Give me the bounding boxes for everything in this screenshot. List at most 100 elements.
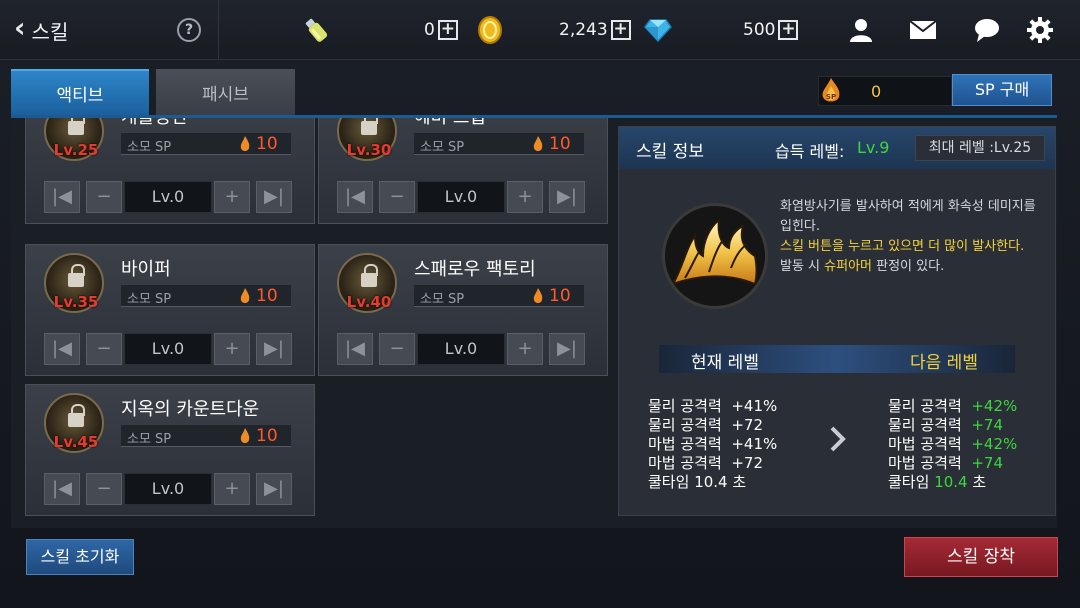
level-minus-button[interactable]: − (379, 181, 415, 213)
stat-value: +74 (971, 416, 1003, 434)
level-minus-button[interactable]: − (86, 181, 122, 213)
level-min-button[interactable]: |◀ (44, 181, 80, 213)
diamond-counter: 500 + (743, 0, 799, 60)
skill-card[interactable]: Lv.45 지옥의 카운트다운 소모 SP 10 |◀ − Lv.0 + ▶| (25, 384, 315, 516)
page-title: 스킬 (31, 19, 69, 44)
add-potion-button[interactable]: + (437, 20, 458, 40)
level-minus-button[interactable]: − (379, 333, 415, 365)
skill-cost: 소모 SP 10 (121, 285, 291, 307)
add-diamond-button[interactable]: + (778, 20, 799, 40)
stat-name: 마법 공격력 (888, 435, 962, 453)
skill-cost-value: 10 (256, 134, 278, 154)
skill-reset-button[interactable]: 스킬 초기화 (26, 539, 134, 575)
level-max-button[interactable]: ▶| (256, 473, 292, 505)
level-max-button[interactable]: ▶| (256, 181, 292, 213)
level-min-button[interactable]: |◀ (44, 473, 80, 505)
skill-info-title: 스킬 정보 (636, 142, 704, 162)
stat-value: +42% (971, 397, 1018, 415)
potion-count: 0 (424, 20, 435, 40)
level-plus-button[interactable]: + (214, 473, 250, 505)
stat-row: 물리 공격력 +41% (648, 397, 777, 416)
level-min-button[interactable]: |◀ (337, 333, 373, 365)
skill-card[interactable]: Lv.25 개틀링건 소모 SP 10 |◀ − Lv.0 + ▶| (25, 118, 315, 224)
stat-row: 물리 공격력 +72 (648, 416, 777, 435)
stat-row: 마법 공격력 +72 (648, 454, 777, 473)
description-text: 판정이 있다. (872, 259, 945, 274)
skill-emblem: Lv.35 (44, 253, 104, 313)
skill-level-value: Lv.0 (417, 181, 505, 213)
skill-card[interactable]: Lv.35 바이퍼 소모 SP 10 |◀ − Lv.0 + ▶| (25, 244, 315, 376)
stat-name: 물리 공격력 (648, 416, 722, 434)
chevron-left-icon: ‹ (14, 11, 26, 44)
stat-name: 마법 공격력 (648, 435, 722, 453)
sp-icon-text: SP (826, 93, 836, 101)
tab-active-skills[interactable]: 액티브 (11, 69, 149, 115)
lock-icon (361, 264, 378, 287)
stat-value: +72 (731, 416, 763, 434)
stat-row: 물리 공격력 +42% (888, 397, 1017, 416)
level-plus-button[interactable]: + (214, 333, 250, 365)
skill-description-line: 발동 시 슈퍼아머 판정이 있다. (780, 257, 1048, 277)
skill-description-line: 스킬 버튼을 누르고 있으면 더 많이 발사한다. (780, 239, 1025, 254)
chevron-right-icon (830, 426, 846, 452)
flame-icon (240, 428, 250, 443)
sp-value: 0 (871, 81, 882, 101)
stat-row: 마법 공격력 +42% (888, 435, 1017, 454)
skill-level-requirement: Lv.35 (53, 293, 99, 311)
skill-card[interactable]: Lv.30 헤비 스윕 소모 SP 10 |◀ − Lv.0 + ▶| (318, 118, 608, 224)
gear-icon[interactable] (1022, 12, 1058, 48)
level-max-button[interactable]: ▶| (549, 333, 585, 365)
level-minus-button[interactable]: − (86, 473, 122, 505)
stat-value: +41% (731, 397, 778, 415)
friends-icon[interactable] (843, 12, 879, 48)
gold-count: 2,243 (559, 20, 608, 40)
skill-level-value: Lv.0 (124, 333, 212, 365)
lock-icon (68, 118, 85, 135)
skill-level-value: Lv.0 (124, 473, 212, 505)
level-min-button[interactable]: |◀ (44, 333, 80, 365)
potion-icon (298, 12, 334, 48)
level-plus-button[interactable]: + (507, 181, 543, 213)
skill-cost-value: 10 (549, 286, 571, 306)
lock-icon (361, 118, 378, 135)
next-stats: 물리 공격력 +42% 물리 공격력 +74 마법 공격력 +42% 마법 공격… (888, 397, 1017, 492)
chat-icon[interactable] (969, 12, 1005, 48)
skill-description: 화염방사기를 발사하여 적에게 화속성 데미지를 입힌다. 스킬 버튼을 누르고… (780, 197, 1048, 277)
stat-name: 쿨타임 (648, 473, 690, 491)
skill-level-value: Lv.0 (124, 181, 212, 213)
skill-emblem: Lv.25 (44, 118, 104, 161)
skill-level-requirement: Lv.45 (53, 433, 99, 451)
flame-icon (533, 136, 543, 151)
skill-equip-button[interactable]: 스킬 장착 (904, 537, 1058, 577)
skill-cost: 소모 SP 10 (121, 133, 291, 155)
gold-coin-icon (472, 12, 508, 48)
diamond-icon (640, 12, 676, 48)
stat-value: +72 (731, 454, 763, 472)
skill-level-requirement: Lv.25 (53, 141, 99, 159)
skill-info-panel: 스킬 정보 습득 레벨: Lv.9 최대 레벨 :Lv.25 화염방사기를 발사… (618, 126, 1056, 516)
add-gold-button[interactable]: + (610, 20, 631, 40)
back-button[interactable]: ‹ 스킬 (14, 14, 68, 46)
skill-cost: 소모 SP 10 (414, 133, 584, 155)
level-minus-button[interactable]: − (86, 333, 122, 365)
level-min-button[interactable]: |◀ (337, 181, 373, 213)
stat-unit: 초 (972, 473, 987, 491)
level-plus-button[interactable]: + (507, 333, 543, 365)
current-level-label: 현재 레벨 (691, 353, 759, 373)
skill-cost: 소모 SP 10 (414, 285, 584, 307)
acquire-level-label: 습득 레벨: (775, 142, 845, 161)
current-stats: 물리 공격력 +41% 물리 공격력 +72 마법 공격력 +41% 마법 공격… (648, 397, 777, 492)
top-bar: ‹ 스킬 ? 0 + 2,243 + 500 + (0, 0, 1080, 60)
description-text: 발동 시 (780, 259, 825, 274)
skill-cost-label: 소모 SP (420, 140, 465, 155)
level-max-button[interactable]: ▶| (549, 181, 585, 213)
level-plus-button[interactable]: + (214, 181, 250, 213)
tab-passive-skills[interactable]: 패시브 (156, 69, 295, 115)
mail-icon[interactable] (905, 12, 941, 48)
level-max-button[interactable]: ▶| (256, 333, 292, 365)
help-icon[interactable]: ? (177, 18, 201, 42)
skill-card[interactable]: Lv.40 스패로우 팩토리 소모 SP 10 |◀ − Lv.0 + ▶| (318, 244, 608, 376)
stat-row: 물리 공격력 +74 (888, 416, 1017, 435)
sp-buy-button[interactable]: SP 구매 (952, 74, 1052, 106)
skill-cost-label: 소모 SP (127, 292, 172, 307)
